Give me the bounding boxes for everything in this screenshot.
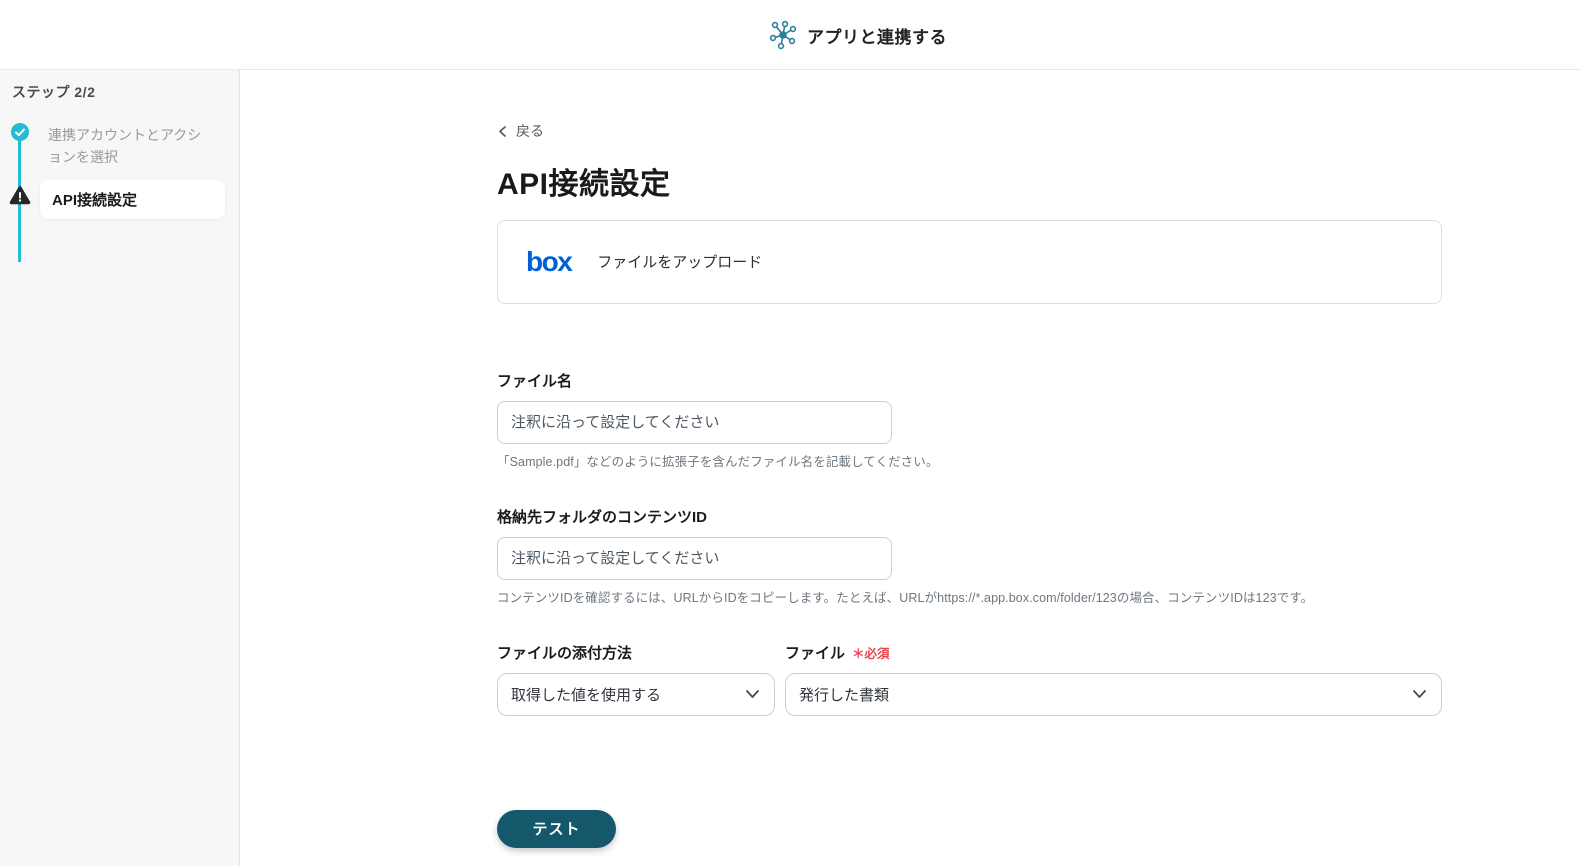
field-group-attach-method: ファイルの添付方法 取得した値を使用する	[497, 642, 775, 716]
field-group-folder-id: 格納先フォルダのコンテンツID コンテンツIDを確認するには、URLからIDをコ…	[497, 506, 1314, 606]
chevron-down-icon	[1412, 689, 1427, 699]
attach-method-label: ファイルの添付方法	[497, 644, 633, 662]
chevron-left-icon	[497, 125, 508, 138]
back-link[interactable]: 戻る	[497, 121, 544, 141]
warning-icon	[9, 185, 31, 211]
attach-method-select[interactable]: 取得した値を使用する	[497, 672, 775, 716]
required-badge: ＊必須	[852, 646, 890, 661]
step-item-select-action[interactable]: 連携アカウントとアクションを選択	[48, 124, 214, 168]
folder-id-label: 格納先フォルダのコンテンツID	[497, 508, 708, 526]
file-name-input[interactable]	[497, 400, 892, 444]
brand: アプリと連携する	[768, 0, 947, 70]
step-item-api-settings[interactable]: API接続設定	[40, 180, 225, 219]
test-button[interactable]: テスト	[497, 809, 616, 848]
step-indicator: ステップ 2/2	[12, 84, 96, 100]
integration-hub-icon	[768, 20, 798, 50]
file-name-help: 「Sample.pdf」などのように拡張子を含んだファイル名を記載してください。	[497, 454, 939, 469]
page-title: API接続設定	[497, 167, 671, 201]
file-name-label: ファイル名	[497, 372, 573, 390]
attach-method-value: 取得した値を使用する	[511, 686, 662, 704]
action-label: ファイルをアップロード	[597, 254, 763, 271]
chevron-down-icon	[745, 689, 760, 699]
folder-id-input[interactable]	[497, 536, 892, 580]
check-icon	[11, 123, 29, 141]
main-panel: 戻る API接続設定 box ファイルをアップロード ファイル名 「Sample…	[240, 70, 1581, 866]
back-label: 戻る	[516, 123, 544, 139]
action-card: box ファイルをアップロード	[497, 219, 1442, 304]
step-item-label: API接続設定	[52, 192, 138, 209]
app-header: アプリと連携する	[0, 0, 1581, 70]
field-group-file-name: ファイル名 「Sample.pdf」などのように拡張子を含んだファイル名を記載し…	[497, 370, 939, 470]
folder-id-help: コンテンツIDを確認するには、URLからIDをコピーします。たとえば、URLがh…	[497, 590, 1314, 605]
app-title: アプリと連携する	[807, 27, 947, 47]
file-label: ファイル	[785, 644, 846, 662]
select-row: ファイルの添付方法 取得した値を使用する ファイル ＊必須 発行した書類	[497, 642, 1442, 716]
sidebar: ステップ 2/2 連携アカウントとアクションを選択 API接続設定	[0, 70, 240, 866]
field-group-file: ファイル ＊必須 発行した書類	[785, 642, 1442, 716]
box-logo: box	[526, 245, 573, 277]
file-value: 発行した書類	[799, 686, 890, 704]
file-select[interactable]: 発行した書類	[785, 672, 1442, 716]
